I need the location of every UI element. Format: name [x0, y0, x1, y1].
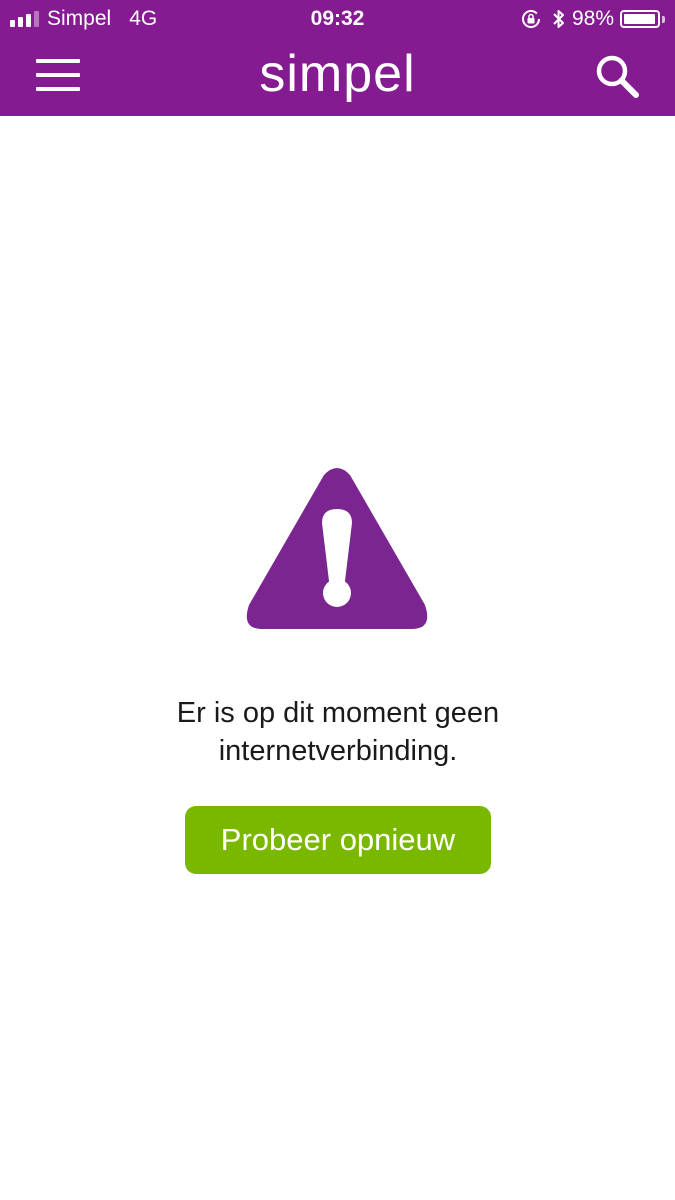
error-message-line1: Er is op dit moment geen: [176, 697, 500, 729]
battery-icon: [620, 10, 660, 28]
warning-triangle-icon: [244, 465, 430, 631]
retry-button[interactable]: Probeer opnieuw: [185, 806, 491, 874]
battery-nub: [662, 15, 665, 23]
status-bar: Simpel 4G 09:32 98%: [0, 0, 675, 38]
rotation-lock-icon: [520, 8, 542, 30]
search-icon[interactable]: [594, 53, 640, 99]
bluetooth-icon: [552, 8, 566, 30]
status-right: 98%: [520, 0, 665, 38]
error-message: Er is op dit moment geen internetverbind…: [88, 694, 588, 770]
battery-percent: 98%: [571, 7, 614, 30]
brand-logo: simpel: [259, 45, 416, 103]
battery-fill: [624, 14, 656, 24]
app-header: simpel: [0, 38, 675, 116]
error-message-line2: internetverbinding.: [218, 735, 458, 767]
